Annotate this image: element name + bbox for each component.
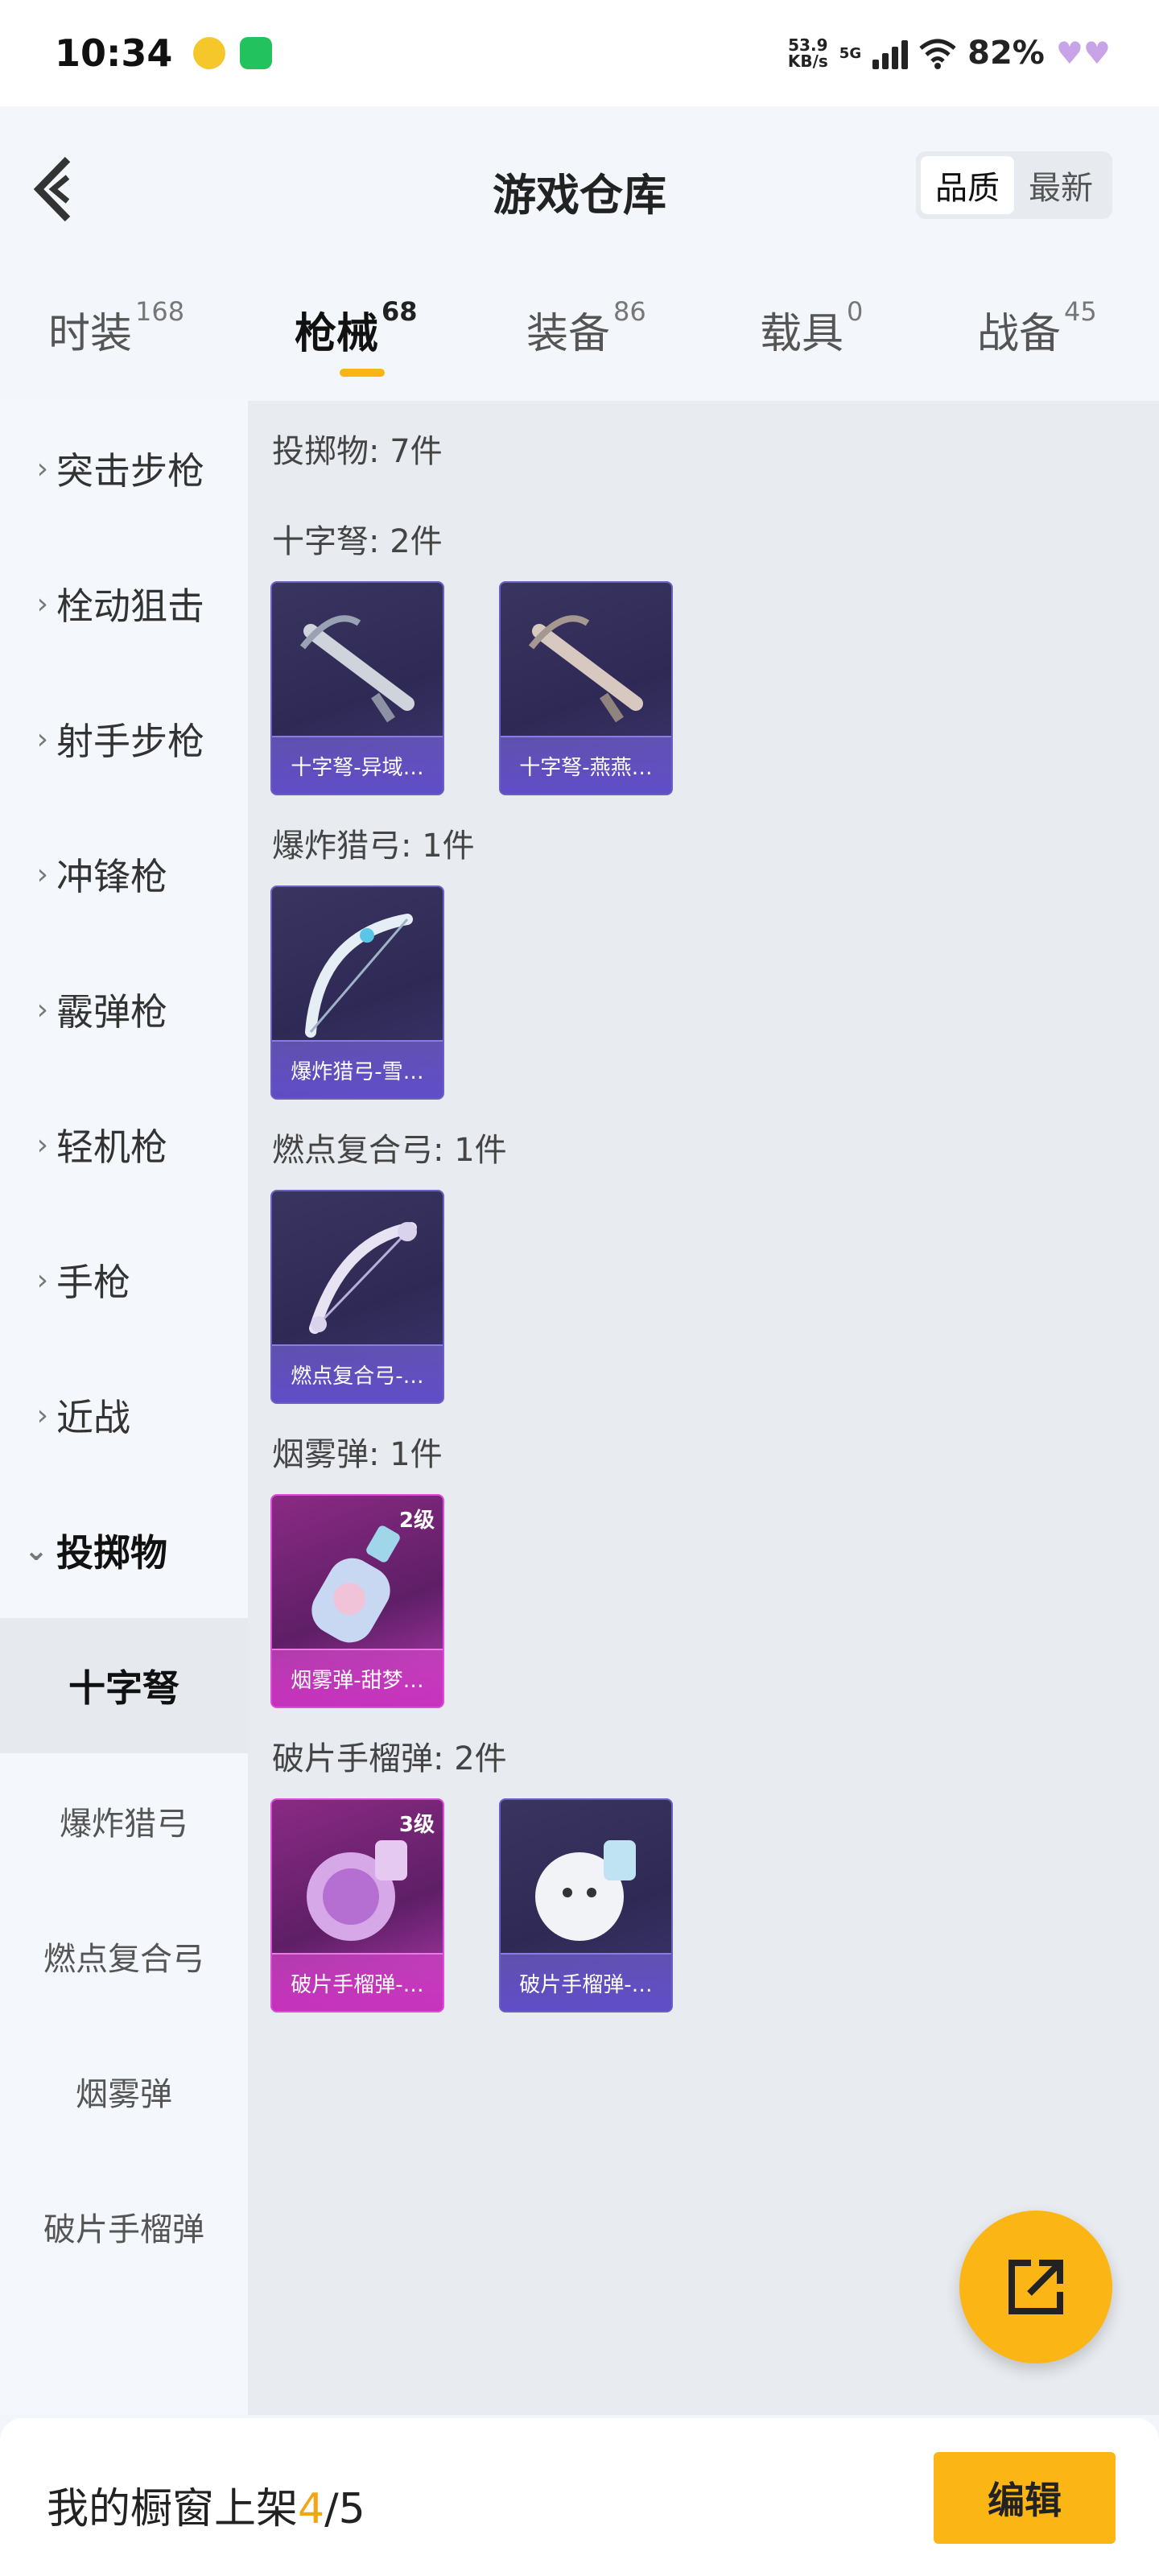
sidebar-item-marksman-rifle[interactable]: › 射手步枪 xyxy=(0,671,248,807)
sidebar-item-smg[interactable]: › 冲锋枪 xyxy=(0,807,248,942)
sidebar-subitem-frag-grenade[interactable]: 破片手榴弹 xyxy=(0,2159,248,2294)
heart-icon: ♥♥ xyxy=(1055,35,1111,71)
wechat-app-icon xyxy=(240,37,273,69)
tab-combat-supplies[interactable]: 战备 45 xyxy=(977,296,1097,360)
item-name: 破片手榴弹-… xyxy=(272,1953,443,2011)
item-name: 烟雾弹-甜梦… xyxy=(272,1649,443,1707)
sort-toggle[interactable]: 品质 最新 xyxy=(916,151,1112,219)
item-card[interactable]: 3级 破片手榴弹-… xyxy=(270,1798,444,2013)
crossbow-icon xyxy=(299,615,415,723)
bottom-bar: 我的橱窗上架4/5 编辑 xyxy=(0,2418,1159,2576)
section-label-explosive-bow: 爆炸猎弓: 1件 xyxy=(272,828,475,865)
sidebar-subitem-smoke-grenade[interactable]: 烟雾弹 xyxy=(0,2024,248,2159)
sidebar-item-throwables[interactable]: ⌄ 投掷物 xyxy=(0,1483,248,1618)
sort-quality-button[interactable]: 品质 xyxy=(921,156,1014,214)
bow-icon xyxy=(305,914,413,1038)
item-name: 十字弩-异域… xyxy=(272,736,443,794)
share-button[interactable] xyxy=(959,2211,1112,2363)
item-card[interactable]: 破片手榴弹-… xyxy=(499,1798,673,2013)
item-name: 爆炸猎弓-雪… xyxy=(272,1040,443,1098)
item-card[interactable]: 十字弩-燕燕… xyxy=(499,581,673,795)
qq-app-icon xyxy=(193,37,226,69)
smoke-bottle-icon xyxy=(311,1525,400,1643)
item-card[interactable]: 2级 烟雾弹-甜梦… xyxy=(270,1494,444,1708)
chevron-right-icon: › xyxy=(36,1128,48,1162)
chevron-right-icon: › xyxy=(36,722,48,756)
item-card[interactable]: 十字弩-异域… xyxy=(270,581,444,795)
page-header: 游戏仓库 品质 最新 xyxy=(0,106,1159,267)
signal-icon xyxy=(872,37,909,69)
tab-firearms[interactable]: 枪械 68 xyxy=(295,296,418,360)
item-name: 十字弩-燕燕… xyxy=(501,736,671,794)
chevron-right-icon: › xyxy=(36,587,48,621)
share-icon xyxy=(1008,2260,1063,2314)
status-bar: 10:34 53.9 KB/s 5G 82% ♥♥ xyxy=(0,0,1159,106)
sidebar-item-bolt-sniper[interactable]: › 栓动狙击 xyxy=(0,536,248,671)
battery-level: 82% xyxy=(967,35,1045,72)
compound-bow-icon xyxy=(309,1222,417,1334)
item-content: 投掷物: 7件 十字弩: 2件 十字弩-异域… 十字弩-燕燕… 爆炸猎弓: 1件… xyxy=(248,401,1159,2415)
item-name: 燃点复合弓-… xyxy=(272,1344,443,1402)
item-name: 破片手榴弹-… xyxy=(501,1953,671,2011)
sidebar-subitem-compound-bow[interactable]: 燃点复合弓 xyxy=(0,1889,248,2024)
category-sidebar: › 突击步枪 › 栓动狙击 › 射手步枪 › 冲锋枪 › 霰弹枪 › 轻机枪 › 手枪 › 近战… xyxy=(0,401,248,2415)
network-type: 5G xyxy=(839,44,862,62)
sidebar-item-shotgun[interactable]: › 霰弹枪 xyxy=(0,942,248,1077)
sidebar-subitem-explosive-bow[interactable]: 爆炸猎弓 xyxy=(0,1753,248,1889)
active-tab-indicator xyxy=(340,369,385,377)
wifi-icon xyxy=(919,39,956,69)
tab-vehicles[interactable]: 载具 0 xyxy=(760,296,863,360)
section-label-smoke-grenade: 烟雾弹: 1件 xyxy=(272,1436,443,1473)
crossbow-icon xyxy=(528,615,643,723)
chevron-right-icon: › xyxy=(36,1398,48,1432)
throwables-total: 投掷物: 7件 xyxy=(272,433,443,470)
section-label-compound-bow: 燃点复合弓: 1件 xyxy=(272,1132,507,1169)
tab-fashion[interactable]: 时装 168 xyxy=(48,296,184,360)
tab-equipment[interactable]: 装备 86 xyxy=(526,296,646,360)
sidebar-item-pistol[interactable]: › 手枪 xyxy=(0,1212,248,1348)
status-time: 10:34 xyxy=(55,31,173,75)
grenade-icon xyxy=(535,1840,636,1941)
sidebar-subitem-crossbow[interactable]: 十字弩 xyxy=(0,1618,248,1753)
chevron-right-icon: › xyxy=(36,1263,48,1297)
sidebar-item-assault-rifle[interactable]: › 突击步枪 xyxy=(0,401,248,536)
sidebar-item-melee[interactable]: › 近战 xyxy=(0,1348,248,1483)
chevron-right-icon: › xyxy=(36,452,48,485)
shelf-status: 我的橱窗上架4/5 xyxy=(47,2485,365,2533)
network-speed: 53.9 KB/s xyxy=(787,35,828,71)
section-label-frag-grenade: 破片手榴弹: 2件 xyxy=(272,1740,507,1777)
grenade-icon xyxy=(307,1840,407,1941)
chevron-right-icon: › xyxy=(36,857,48,891)
item-card[interactable]: 燃点复合弓-… xyxy=(270,1190,444,1404)
chevron-down-icon: ⌄ xyxy=(23,1534,48,1567)
sidebar-item-lmg[interactable]: › 轻机枪 xyxy=(0,1077,248,1212)
edit-button[interactable]: 编辑 xyxy=(934,2452,1116,2544)
section-label-crossbow: 十字弩: 2件 xyxy=(272,523,443,560)
sort-latest-button[interactable]: 最新 xyxy=(1014,156,1107,214)
item-card[interactable]: 爆炸猎弓-雪… xyxy=(270,886,444,1100)
chevron-right-icon: › xyxy=(36,993,48,1026)
category-tabs: 时装 168 枪械 68 装备 86 载具 0 战备 45 xyxy=(0,267,1159,401)
